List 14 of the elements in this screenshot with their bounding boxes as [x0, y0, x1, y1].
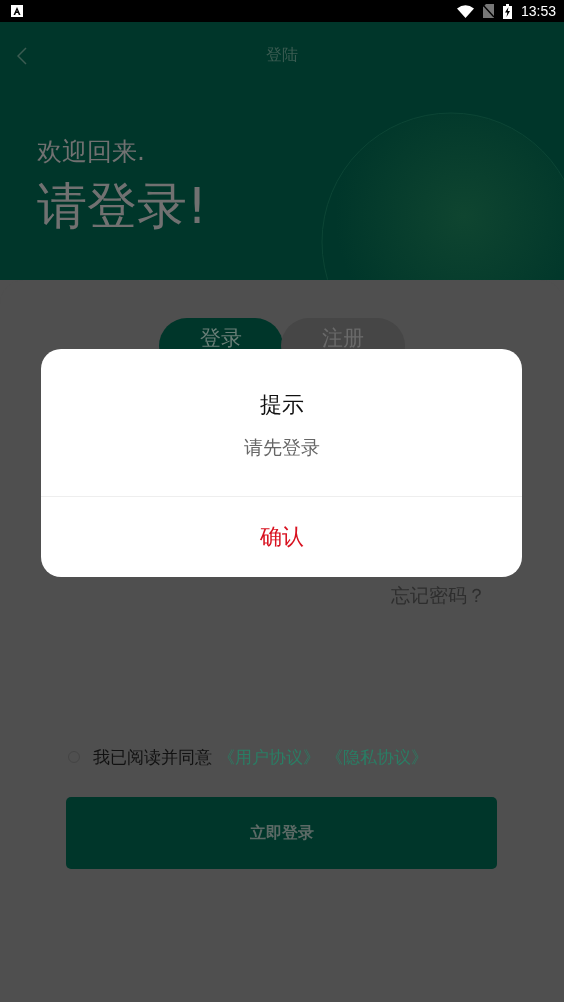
wifi-icon	[456, 4, 474, 18]
dialog-title: 提示	[259, 391, 304, 419]
notification-icon	[11, 5, 23, 17]
greeting-text: 欢迎回来.	[37, 136, 145, 168]
status-time: 13:53	[520, 3, 556, 19]
confirm-button[interactable]: 确认	[41, 496, 522, 577]
agreement-text: 我已阅读并同意	[93, 745, 212, 769]
dialog-message: 请先登录	[243, 435, 320, 459]
page-title: 登陆	[266, 44, 298, 66]
login-button[interactable]: 立即登录	[66, 797, 497, 869]
no-sim-icon	[482, 4, 494, 18]
battery-charging-icon	[502, 3, 512, 19]
back-icon[interactable]	[17, 47, 27, 65]
heading-text: 请登录!	[37, 176, 208, 236]
